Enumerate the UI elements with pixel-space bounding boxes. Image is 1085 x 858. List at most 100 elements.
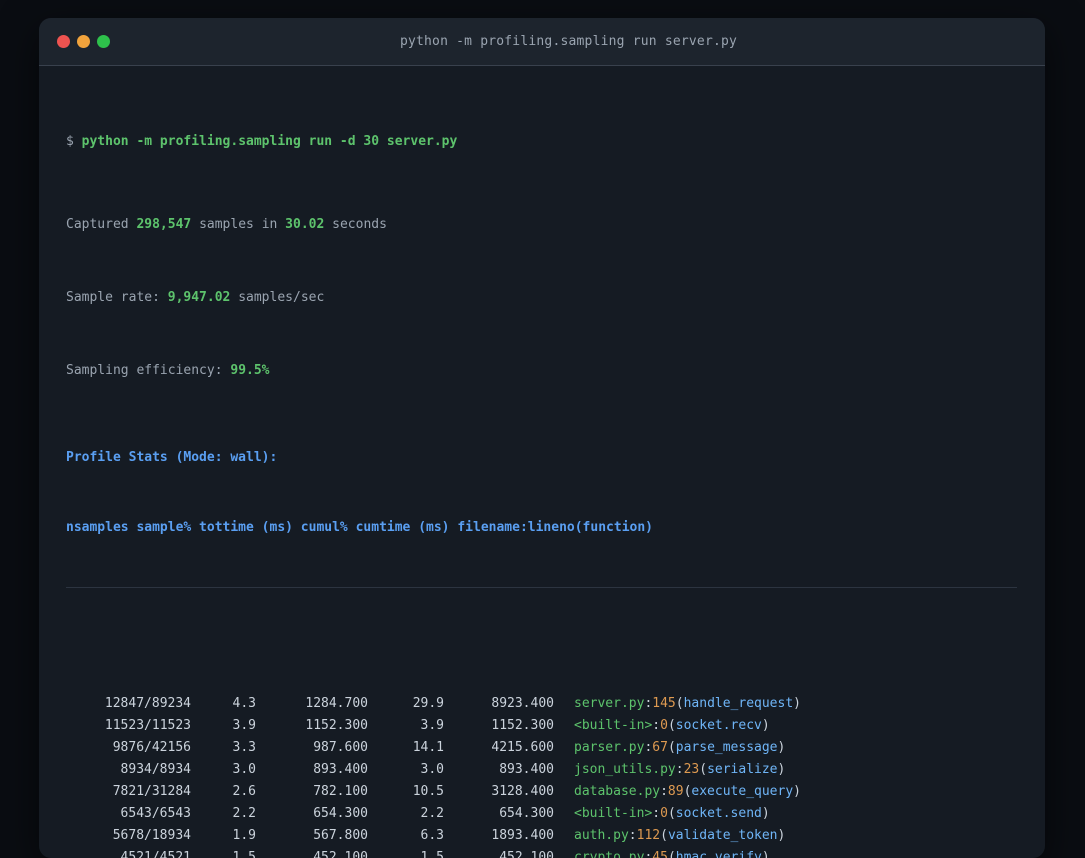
cumul-pct-cell: 6.3 [368,828,444,843]
table-row: 9876/421563.3987.60014.14215.600 parser.p… [66,736,1018,758]
sample-rate-value: 9,947.02 [168,290,231,305]
sample-pct-cell: 1.5 [191,850,256,858]
sample-rate-label: Sample rate: [66,290,168,305]
table-row: 8934/89343.0893.4003.0893.400json_utils.… [66,758,1018,780]
nsamples-cell: 7821/31284 [66,784,191,799]
cumtime-cell: 654.300 [444,806,554,821]
terminal-window: python -m profiling.sampling run server.… [39,18,1045,858]
location-cell: database.py89execute_query [574,784,801,799]
stat-efficiency: Sampling efficiency: 99.5% [66,356,1018,384]
prompt-symbol: $ [66,134,82,149]
function-name-text: serialize [699,762,785,777]
tottime-cell: 893.400 [256,762,368,777]
filename-text: auth.py [574,828,629,843]
window-title: python -m profiling.sampling run server.… [110,34,1027,49]
location-cell: <built-in>0socket.recv [574,718,770,733]
location-cell: json_utils.py23serialize [574,762,785,777]
stat-captured: Captured 298,547 samples in 30.02 second… [66,210,1018,238]
captured-suffix-label: seconds [324,217,387,232]
sample-rate-unit: samples/sec [230,290,324,305]
tottime-cell: 452.100 [256,850,368,858]
captured-mid-label: samples in [191,217,285,232]
filename-text: json_utils.py [574,762,676,777]
filename-text: database.py [574,784,660,799]
filename-text: <built-in> [574,718,652,733]
table-row: 12847/892344.31284.70029.98923.400 server… [66,692,1018,714]
cumul-pct-cell: 3.9 [368,718,444,733]
cumul-pct-cell: 14.1 [368,740,444,755]
cumul-pct-cell: 29.9 [368,696,444,711]
lineno-text: 112 [629,828,660,843]
location-cell: <built-in>0socket.send [574,806,770,821]
tottime-cell: 1152.300 [256,718,368,733]
table-row: 5678/189341.9567.8006.31893.400 auth.py11… [66,824,1018,846]
nsamples-cell: 5678/18934 [66,828,191,843]
traffic-lights [57,35,110,48]
cumul-pct-cell: 2.2 [368,806,444,821]
cumtime-cell: 893.400 [444,762,554,777]
cumul-pct-cell: 10.5 [368,784,444,799]
table-header: nsamples sample% tottime (ms) cumul% cum… [66,516,1018,538]
command-line: $ python -m profiling.sampling run -d 30… [66,127,1018,155]
efficiency-label: Sampling efficiency: [66,363,230,378]
table-row: 6543/65432.2654.3002.2654.300<built-in>0… [66,802,1018,824]
sample-pct-cell: 3.0 [191,762,256,777]
lineno-text: 67 [644,740,667,755]
sample-pct-cell: 3.9 [191,718,256,733]
sample-pct-cell: 1.9 [191,828,256,843]
table-row: 4521/45211.5452.1001.5452.100crypto.py45… [66,846,1018,858]
cumtime-cell: 8923.400 [444,696,554,711]
captured-seconds-value: 30.02 [285,217,324,232]
tottime-cell: 1284.700 [256,696,368,711]
tottime-cell: 567.800 [256,828,368,843]
efficiency-value: 99.5% [230,363,269,378]
function-name-text: parse_message [668,740,785,755]
close-button[interactable] [57,35,70,48]
location-cell: parser.py67parse_message [574,740,785,755]
filename-text: <built-in> [574,806,652,821]
table-row: 11523/115233.91152.3003.91152.300<built-… [66,714,1018,736]
cumtime-cell: 4215.600 [444,740,554,755]
minimize-button[interactable] [77,35,90,48]
lineno-text: 45 [644,850,667,858]
lineno-text: 23 [676,762,699,777]
sample-pct-cell: 2.2 [191,806,256,821]
filename-text: parser.py [574,740,644,755]
sample-pct-cell: 3.3 [191,740,256,755]
lineno-text: 0 [652,806,668,821]
stat-sample-rate: Sample rate: 9,947.02 samples/sec [66,283,1018,311]
captured-samples-value: 298,547 [136,217,191,232]
function-name-text: socket.send [668,806,770,821]
tottime-cell: 987.600 [256,740,368,755]
cumul-pct-cell: 3.0 [368,762,444,777]
cumtime-cell: 1893.400 [444,828,554,843]
profile-table: 12847/892344.31284.70029.98923.400 server… [66,647,1018,858]
captured-label: Captured [66,217,136,232]
nsamples-cell: 4521/4521 [66,850,191,858]
terminal-body[interactable]: $ python -m profiling.sampling run -d 30… [39,66,1045,858]
location-cell: crypto.py45hmac_verify [574,850,770,858]
nsamples-cell: 11523/11523 [66,718,191,733]
cumtime-cell: 1152.300 [444,718,554,733]
function-name-text: execute_query [684,784,801,799]
filename-text: server.py [574,696,644,711]
lineno-text: 145 [644,696,675,711]
lineno-text: 0 [652,718,668,733]
profile-stats-title: Profile Stats (Mode: wall): [66,443,1018,471]
cumtime-cell: 3128.400 [444,784,554,799]
function-name-text: hmac_verify [668,850,770,858]
function-name-text: validate_token [660,828,785,843]
maximize-button[interactable] [97,35,110,48]
cumul-pct-cell: 1.5 [368,850,444,858]
function-name-text: handle_request [676,696,801,711]
cumtime-cell: 452.100 [444,850,554,858]
table-divider [66,587,1017,588]
tottime-cell: 782.100 [256,784,368,799]
nsamples-cell: 8934/8934 [66,762,191,777]
nsamples-cell: 9876/42156 [66,740,191,755]
sample-pct-cell: 4.3 [191,696,256,711]
nsamples-cell: 12847/89234 [66,696,191,711]
nsamples-cell: 6543/6543 [66,806,191,821]
command-text: python -m profiling.sampling run -d 30 s… [82,134,458,149]
table-row: 7821/312842.6782.10010.53128.400database… [66,780,1018,802]
